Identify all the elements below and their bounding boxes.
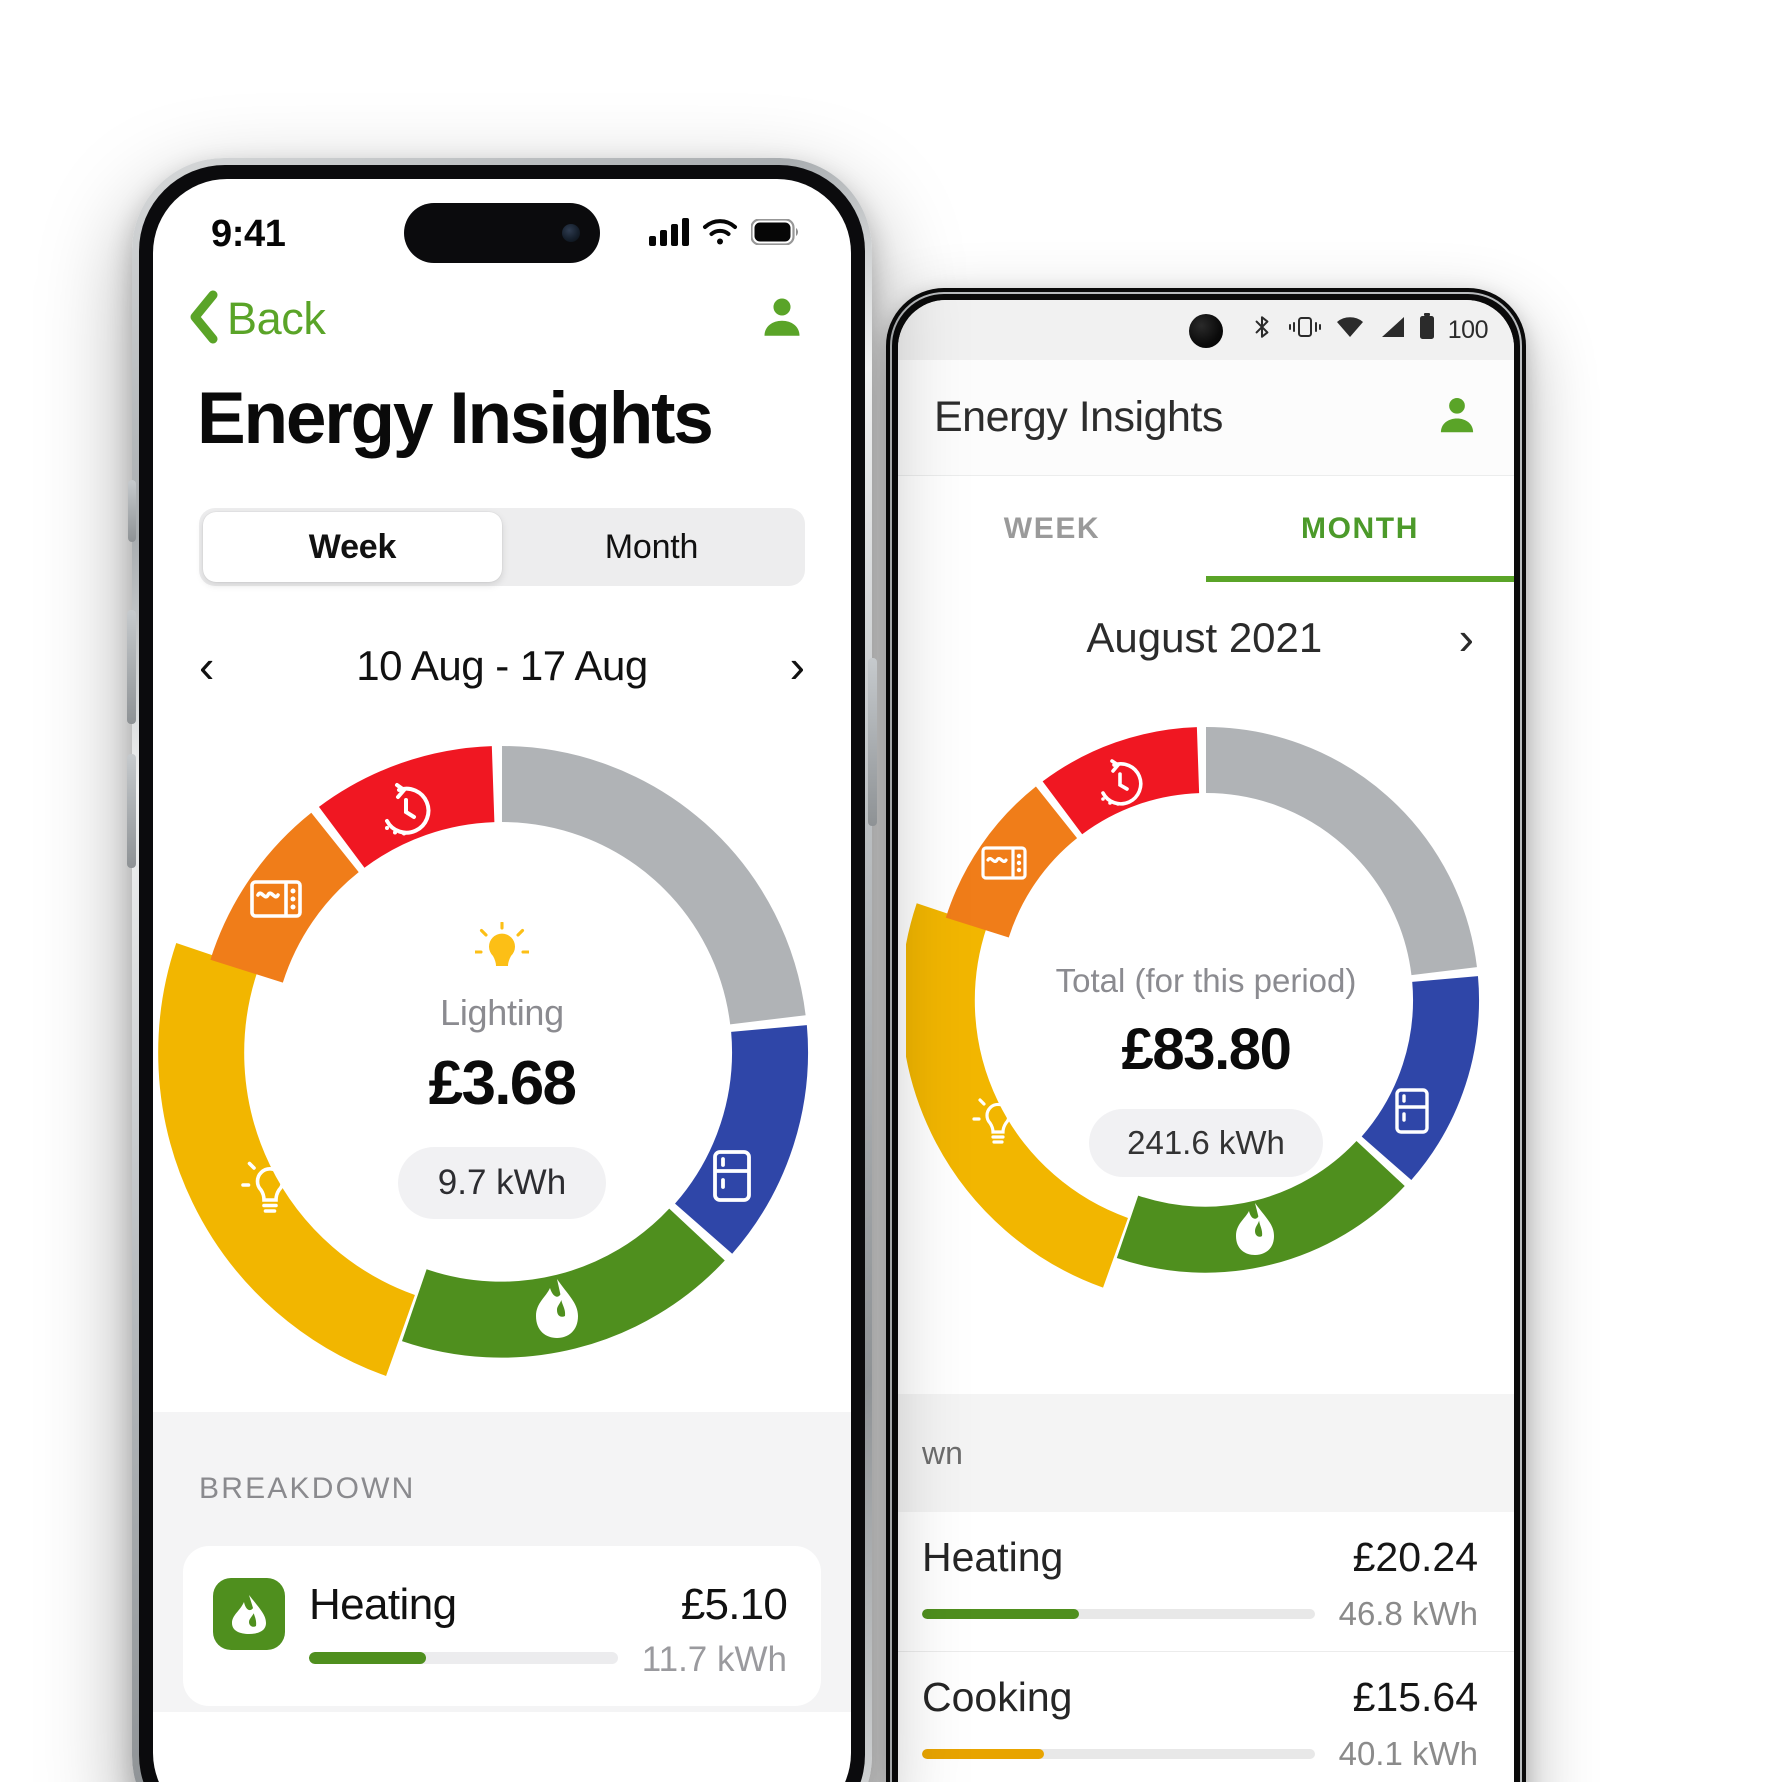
wifi-icon <box>1335 315 1365 346</box>
android-row-name: Cooking <box>922 1674 1073 1720</box>
android-app-bar: Energy Insights <box>898 360 1514 476</box>
android-row-cost: £20.24 <box>1352 1534 1478 1580</box>
period-segmented-control: Week Month <box>199 508 805 586</box>
android-row-name: Heating <box>922 1534 1064 1580</box>
breakdown-header: BREAKDOWN <box>199 1472 416 1505</box>
android-status-icons: 100 <box>1249 312 1489 349</box>
silent-switch[interactable] <box>128 480 136 542</box>
chevron-left-icon <box>187 290 221 349</box>
donut-center-pill: 9.7 kWh <box>397 1147 607 1219</box>
donut-center-label: Lighting <box>440 992 564 1033</box>
back-button[interactable]: Back <box>187 290 326 349</box>
segment-week[interactable]: Week <box>203 512 502 582</box>
donut-center: Lighting £3.68 9.7 kWh <box>153 921 851 1219</box>
breakdown-row-kwh: 11.7 kWh <box>641 1640 787 1679</box>
breakdown-row-progress <box>309 1652 618 1664</box>
battery-full-icon <box>750 217 799 250</box>
bluetooth-icon <box>1249 312 1275 349</box>
android-period-selector: August 2021 › <box>898 582 1514 694</box>
table-row[interactable]: Heating £20.24 46.8 kWh <box>898 1512 1514 1652</box>
period-label: 10 Aug - 17 Aug <box>356 642 648 689</box>
donut-center-value: £3.68 <box>428 1049 577 1118</box>
previous-period-button[interactable]: ‹ <box>199 643 214 689</box>
breakdown-card[interactable]: Heating £5.10 11.7 kWh <box>183 1546 821 1706</box>
android-donut-center: Total (for this period) £83.80 241.6 kWh <box>898 962 1514 1177</box>
android-row-kwh: 40.1 kWh <box>1338 1735 1478 1772</box>
battery-icon <box>1419 313 1435 347</box>
front-camera-icon <box>562 224 580 242</box>
android-tab-bar: WEEK MONTH <box>898 476 1514 582</box>
android-donut-chart: Total (for this period) £83.80 241.6 kWh <box>898 694 1514 1394</box>
dynamic-island <box>404 203 600 263</box>
ios-nav-bar: Back <box>153 271 851 367</box>
power-button[interactable] <box>868 658 877 826</box>
android-tab-month[interactable]: MONTH <box>1206 476 1514 582</box>
android-status-bar: 100 <box>898 300 1514 360</box>
lightbulb-icon <box>153 921 851 978</box>
android-donut-center-label: Total (for this period) <box>1055 962 1357 999</box>
flame-icon <box>213 1578 285 1650</box>
android-tab-week[interactable]: WEEK <box>898 476 1206 582</box>
android-screen: 100 Energy Insights WEEK MONTH August 20… <box>898 300 1514 1782</box>
breakdown-section: BREAKDOWN Heating £5.10 11.7 kWh <box>153 1412 851 1712</box>
android-page-title: Energy Insights <box>934 393 1223 441</box>
page-title: Energy Insights <box>197 378 714 459</box>
iphone-bezel: 9:41 Back Energy Insights Week Month ‹ 1… <box>139 165 865 1782</box>
volume-up-button[interactable] <box>127 610 136 724</box>
android-tab-indicator <box>1206 576 1514 582</box>
android-row-kwh: 46.8 kWh <box>1338 1595 1478 1632</box>
energy-donut-chart: Lighting £3.68 9.7 kWh <box>153 712 851 1412</box>
battery-percent-label: 100 <box>1447 315 1489 344</box>
period-navigator: ‹ 10 Aug - 17 Aug › <box>153 620 851 712</box>
back-button-label: Back <box>227 293 326 344</box>
segment-month[interactable]: Month <box>502 512 801 582</box>
vibrate-icon <box>1288 314 1322 347</box>
breakdown-row-name: Heating <box>309 1580 457 1629</box>
ios-status-icons <box>649 217 799 251</box>
android-row-cost: £15.64 <box>1352 1674 1478 1720</box>
wifi-icon <box>702 218 738 251</box>
chevron-right-icon[interactable]: › <box>1459 615 1474 661</box>
status-time: 9:41 <box>211 212 286 255</box>
person-icon[interactable] <box>757 292 807 347</box>
android-donut-center-value: £83.80 <box>1121 1017 1292 1082</box>
android-phone-device: 100 Energy Insights WEEK MONTH August 20… <box>886 288 1526 1782</box>
next-period-button[interactable]: › <box>790 643 805 689</box>
android-period-label: August 2021 <box>1086 614 1323 661</box>
table-row[interactable]: Cooking £15.64 40.1 kWh <box>898 1652 1514 1782</box>
android-row-progress <box>922 1609 1315 1619</box>
android-donut-center-pill: 241.6 kWh <box>1089 1109 1323 1177</box>
screenshot-canvas: 100 Energy Insights WEEK MONTH August 20… <box>0 0 1782 1782</box>
android-camera-punch-hole <box>1189 314 1223 348</box>
signal-bars-icon <box>1378 315 1406 346</box>
iphone-screen: 9:41 Back Energy Insights Week Month ‹ 1… <box>153 179 851 1782</box>
android-breakdown-list: Heating £20.24 46.8 kWh Cooking £15.64 4… <box>898 1512 1514 1782</box>
android-breakdown-header: wn <box>898 1394 1514 1512</box>
volume-down-button[interactable] <box>127 754 136 868</box>
iphone-device: 9:41 Back Energy Insights Week Month ‹ 1… <box>127 158 877 1782</box>
signal-bars-icon <box>649 217 689 251</box>
person-icon[interactable] <box>1434 392 1480 443</box>
breakdown-row-cost: £5.10 <box>680 1580 788 1629</box>
android-row-progress <box>922 1749 1315 1759</box>
